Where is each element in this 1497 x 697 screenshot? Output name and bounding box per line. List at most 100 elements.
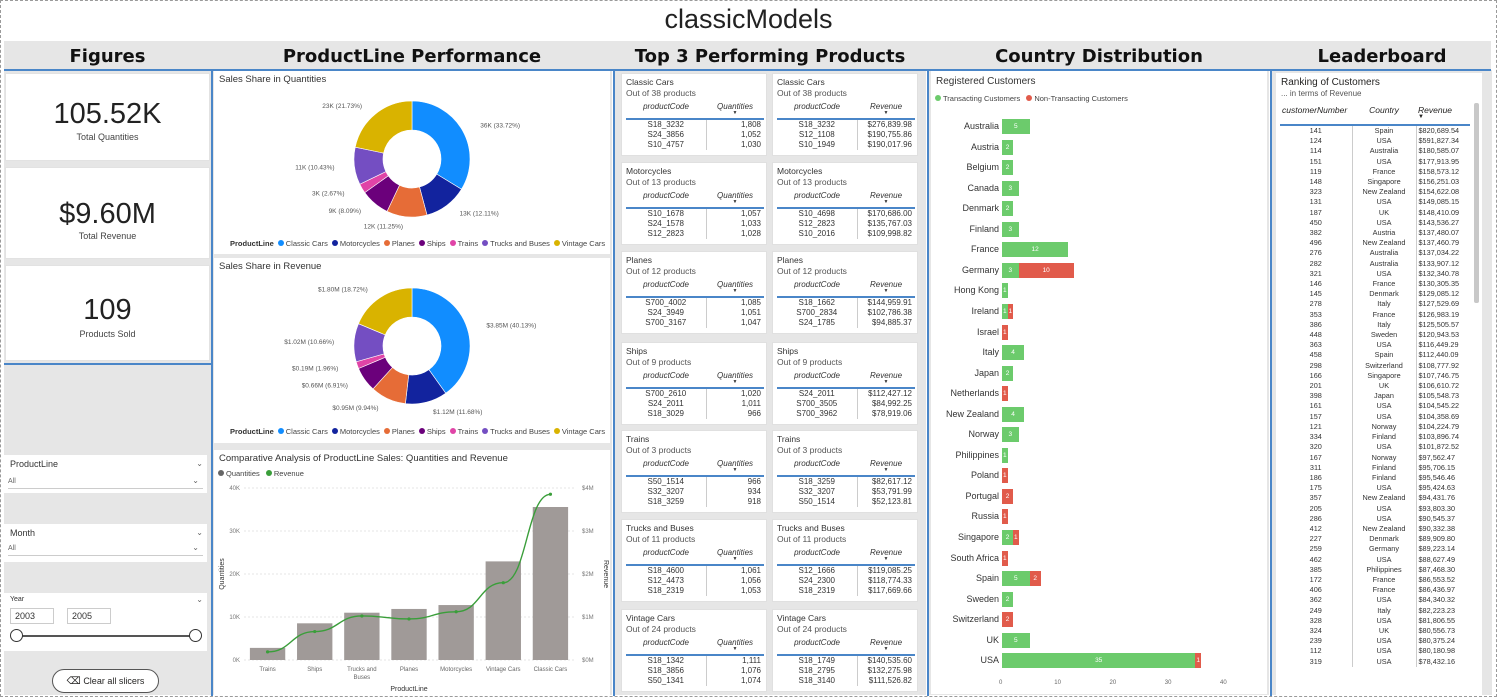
table-row[interactable]: S700_3167 1,047 xyxy=(626,318,764,328)
table-row[interactable]: S18_3232 1,808 xyxy=(626,119,764,130)
table-row[interactable]: S700_4002 1,085 xyxy=(626,297,764,308)
clear-slicers-button[interactable]: ⌫ Clear all slicers xyxy=(52,669,159,693)
table-row[interactable]: 282 Australia $133,907.12 xyxy=(1280,258,1470,269)
transacting-bar[interactable]: 1 xyxy=(1002,283,1008,299)
table-row[interactable]: S50_1341 1,074 xyxy=(626,676,764,686)
table-row[interactable]: 357 New Zealand $94,431.76 xyxy=(1280,493,1470,504)
column-header-country[interactable]: Country xyxy=(1352,103,1416,126)
column-header-metric[interactable]: Revenue ▼ xyxy=(857,548,915,566)
table-row[interactable]: S18_1662 $144,959.91 xyxy=(777,297,915,308)
table-row[interactable]: S18_1342 1,111 xyxy=(626,655,764,666)
table-row[interactable]: S12_2823 1,028 xyxy=(626,229,764,239)
table-row[interactable]: S24_2011 $112,427.12 xyxy=(777,388,915,399)
line-point[interactable] xyxy=(548,492,553,496)
transacting-bar[interactable]: 5 xyxy=(1002,119,1030,134)
column-header-metric[interactable]: Revenue ▼ xyxy=(857,638,915,656)
column-header-customer-number[interactable]: customerNumber xyxy=(1280,103,1352,126)
column-header-product-code[interactable]: productCode xyxy=(777,371,858,389)
table-row[interactable]: 131 USA $149,085.15 xyxy=(1280,197,1470,208)
column-header-metric[interactable]: Quantities ▼ xyxy=(706,191,764,209)
productline-slicer[interactable]: ProductLine ⌄ All ⌄ xyxy=(4,455,207,493)
column-header-product-code[interactable]: productCode xyxy=(626,191,707,209)
chevron-down-icon[interactable]: ⌄ xyxy=(196,595,203,604)
table-row[interactable]: 386 Italy $125,505.57 xyxy=(1280,319,1470,331)
table-row[interactable]: 412 New Zealand $90,332.38 xyxy=(1280,523,1470,535)
line-point[interactable] xyxy=(501,581,505,585)
table-row[interactable]: 324 UK $80,556.73 xyxy=(1280,625,1470,637)
chevron-down-icon[interactable]: ⌄ xyxy=(192,543,199,552)
table-row[interactable]: S24_1785 $94,885.37 xyxy=(777,318,915,328)
non-transacting-bar[interactable]: 1 xyxy=(1002,324,1008,340)
column-header-metric[interactable]: Revenue ▼ xyxy=(857,371,915,389)
transacting-bar[interactable]: 3 xyxy=(1002,427,1019,443)
transacting-bar[interactable]: 2 xyxy=(1002,160,1014,176)
column-header-product-code[interactable]: productCode xyxy=(626,638,707,656)
table-row[interactable]: 114 Australia $180,585.07 xyxy=(1280,146,1470,157)
month-dropdown[interactable]: All ⌄ xyxy=(8,542,203,556)
table-row[interactable]: S10_4757 1,030 xyxy=(626,140,764,150)
table-row[interactable]: 320 USA $101,872.52 xyxy=(1280,442,1470,453)
table-row[interactable]: 278 Italy $127,529.69 xyxy=(1280,299,1470,310)
column-header-metric[interactable]: Quantities ▼ xyxy=(706,371,764,389)
table-row[interactable]: 186 Finland $95,546.46 xyxy=(1280,472,1470,484)
transacting-bar[interactable]: 12 xyxy=(1002,242,1069,258)
transacting-bar[interactable]: 4 xyxy=(1002,345,1025,361)
table-row[interactable]: S32_3207 $53,791.99 xyxy=(777,487,915,497)
non-transacting-bar[interactable]: 1 xyxy=(1002,386,1008,402)
table-row[interactable]: S700_2610 1,020 xyxy=(626,388,764,399)
table-row[interactable]: 448 Sweden $120,943.53 xyxy=(1280,330,1470,341)
line-point[interactable] xyxy=(454,610,458,614)
column-header-product-code[interactable]: productCode xyxy=(626,280,707,298)
column-header-product-code[interactable]: productCode xyxy=(777,280,858,298)
transacting-bar[interactable]: 3 xyxy=(1002,221,1019,237)
table-row[interactable]: S18_2795 $132,275.98 xyxy=(777,666,915,676)
non-transacting-bar[interactable]: 1 xyxy=(1195,653,1201,669)
table-row[interactable]: S24_2011 1,011 xyxy=(626,399,764,409)
transacting-bar[interactable]: 2 xyxy=(1002,530,1014,545)
transacting-bar[interactable]: 2 xyxy=(1002,591,1014,607)
table-row[interactable]: 166 Singapore $107,746.75 xyxy=(1280,370,1470,382)
non-transacting-bar[interactable]: 2 xyxy=(1002,612,1014,628)
table-row[interactable]: 328 USA $81,806.55 xyxy=(1280,615,1470,626)
table-row[interactable]: S12_1108 $190,755.86 xyxy=(777,130,915,140)
table-row[interactable]: 172 France $86,553.52 xyxy=(1280,574,1470,586)
transacting-bar[interactable]: 35 xyxy=(1002,653,1196,669)
table-row[interactable]: S700_2834 $102,786.38 xyxy=(777,308,915,318)
bar[interactable] xyxy=(391,608,427,660)
column-header-product-code[interactable]: productCode xyxy=(777,191,858,209)
table-row[interactable]: 321 USA $132,340.78 xyxy=(1280,268,1470,280)
table-row[interactable]: 151 USA $177,913.95 xyxy=(1280,156,1470,167)
column-header-product-code[interactable]: productCode xyxy=(777,638,858,656)
table-row[interactable]: 148 Singapore $156,251.03 xyxy=(1280,177,1470,188)
table-row[interactable]: 363 USA $116,449.29 xyxy=(1280,340,1470,351)
table-row[interactable]: 167 Norway $97,562.47 xyxy=(1280,452,1470,463)
table-row[interactable]: 286 USA $90,545.37 xyxy=(1280,513,1470,524)
column-header-revenue[interactable]: Revenue ▼ xyxy=(1416,103,1470,126)
table-row[interactable]: S700_3505 $84,992.25 xyxy=(777,399,915,409)
line-point[interactable] xyxy=(407,617,411,621)
non-transacting-bar[interactable]: 1 xyxy=(1002,550,1008,566)
column-header-metric[interactable]: Revenue ▼ xyxy=(857,102,915,120)
table-row[interactable]: S18_2319 1,053 xyxy=(626,586,764,596)
table-row[interactable]: 157 USA $104,358.69 xyxy=(1280,411,1470,422)
table-row[interactable]: S18_3259 $82,617.12 xyxy=(777,476,915,487)
table-row[interactable]: S24_3949 1,051 xyxy=(626,308,764,318)
table-row[interactable]: 124 USA $591,827.34 xyxy=(1280,136,1470,147)
non-transacting-bar[interactable]: 1 xyxy=(1013,530,1019,545)
transacting-bar[interactable]: 4 xyxy=(1002,406,1025,422)
table-row[interactable]: 276 Australia $137,034.22 xyxy=(1280,248,1470,259)
table-row[interactable]: S10_1678 1,057 xyxy=(626,208,764,219)
column-header-product-code[interactable]: productCode xyxy=(777,459,858,477)
chevron-down-icon[interactable]: ⌄ xyxy=(196,528,203,537)
table-row[interactable]: 450 USA $143,536.27 xyxy=(1280,217,1470,229)
table-row[interactable]: 161 USA $104,545.22 xyxy=(1280,401,1470,412)
table-row[interactable]: 398 Japan $105,548.73 xyxy=(1280,391,1470,402)
transacting-bar[interactable]: 5 xyxy=(1002,571,1030,587)
column-header-metric[interactable]: Revenue ▼ xyxy=(857,280,915,298)
table-row[interactable]: 462 USA $88,627.49 xyxy=(1280,554,1470,565)
column-header-metric[interactable]: Revenue ▼ xyxy=(857,191,915,209)
table-row[interactable]: 406 France $86,436.97 xyxy=(1280,585,1470,596)
table-row[interactable]: 175 USA $95,424.63 xyxy=(1280,483,1470,494)
table-row[interactable]: S18_4600 1,061 xyxy=(626,565,764,576)
chevron-down-icon[interactable]: ⌄ xyxy=(192,476,199,485)
